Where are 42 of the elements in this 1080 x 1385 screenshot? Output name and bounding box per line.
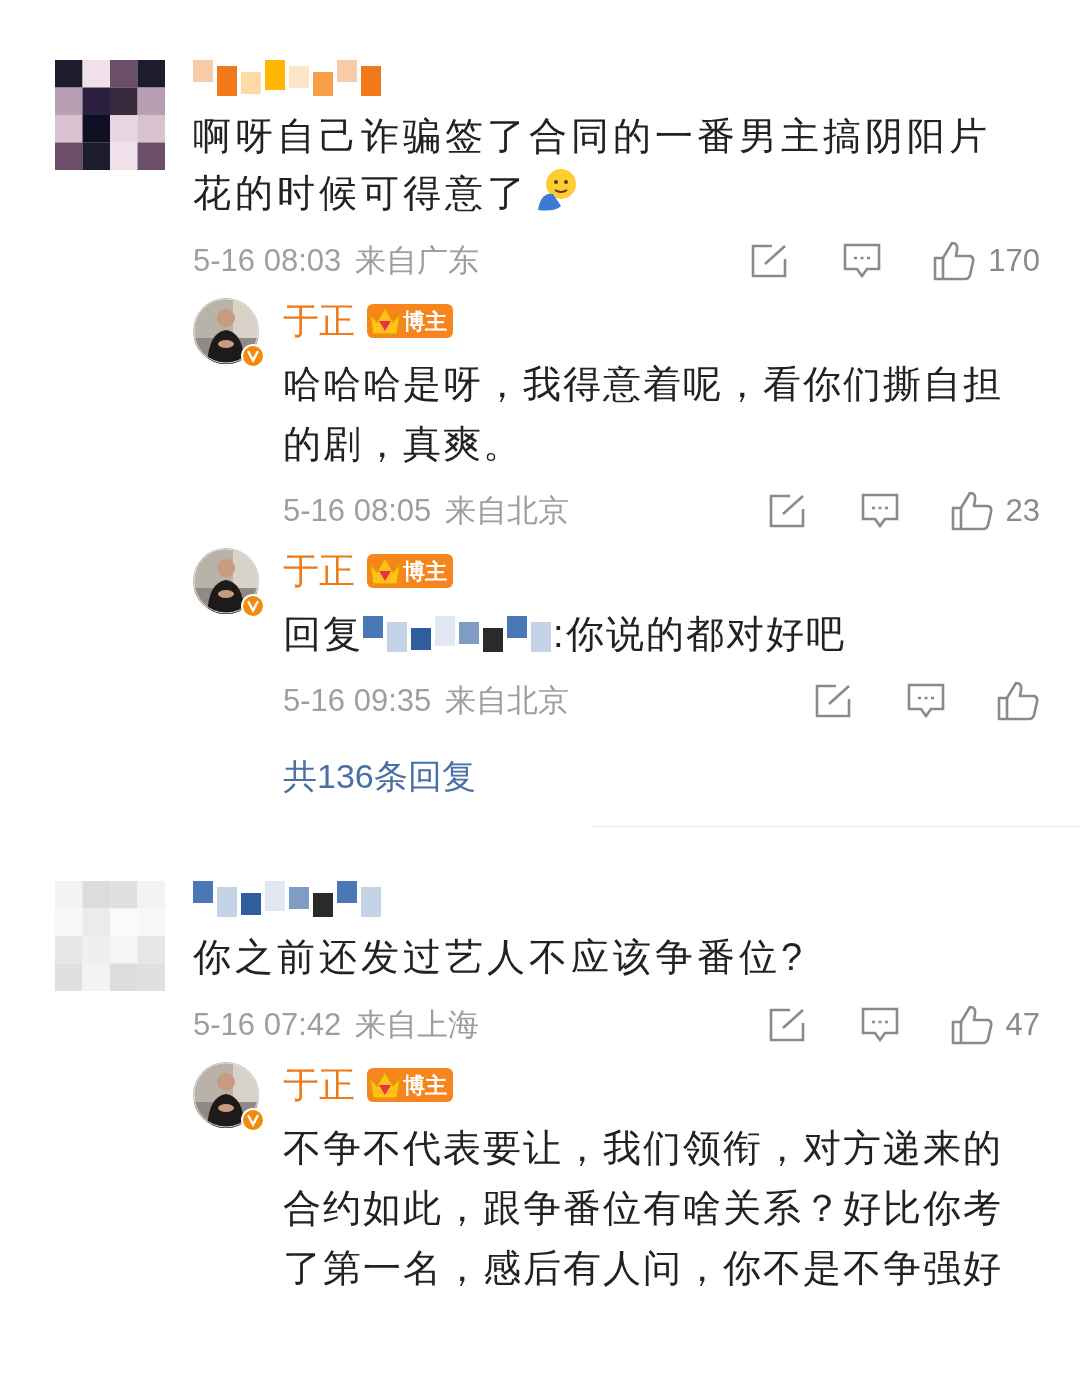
comment-icon[interactable] (859, 492, 900, 530)
user-name[interactable]: 于正 (283, 294, 355, 348)
share-icon[interactable] (750, 243, 789, 279)
reply-text: 不争不代表要让，我们领衔，对方递来的合约如此，跟争番位有啥关系？好比你考了第一名，感后有人问，你不是不争强好 (283, 1126, 1004, 1291)
thumbs-up-icon[interactable] (932, 240, 977, 282)
post-location: 来自上海 (355, 1005, 480, 1044)
crown-icon (367, 1068, 403, 1102)
user-name[interactable]: 于正 (283, 544, 355, 598)
reply-text: 哈哈哈是呀，我得意着呢，看你们撕自担的剧，真爽。 (283, 362, 1004, 467)
reply-text: 回复 :你说的都对好吧 (283, 604, 1040, 664)
crown-icon (367, 554, 403, 588)
thumbs-up-icon[interactable] (996, 680, 1040, 722)
post-location: 来自北京 (445, 491, 570, 530)
verified-badge-icon (241, 344, 265, 368)
comment-text: 你之前还发过艺人不应该争番位? (193, 935, 808, 980)
blogger-badge: 博主 (367, 304, 453, 338)
thumbs-up-icon[interactable] (949, 1004, 994, 1046)
share-icon[interactable] (814, 683, 852, 719)
user-name[interactable]: 于正 (283, 1058, 355, 1112)
comment-text: 啊呀自己诈骗签了合同的一番男主搞阴阳片花的时候可得意了 (193, 114, 992, 216)
share-icon[interactable] (767, 1007, 806, 1043)
post-time: 5-16 08:03 (193, 241, 342, 280)
verified-badge-icon (241, 1108, 265, 1132)
like-count: 47 (1005, 1005, 1040, 1044)
reply-prefix: 回复 (283, 612, 363, 657)
post-time: 5-16 09:35 (283, 681, 432, 720)
like-count: 23 (1005, 491, 1040, 530)
verified-badge-icon (241, 594, 265, 618)
share-icon[interactable] (767, 493, 806, 529)
comment-icon[interactable] (842, 242, 883, 280)
like-count: 170 (988, 241, 1040, 280)
crown-icon (367, 304, 403, 338)
post-location: 来自北京 (445, 681, 570, 720)
comment-icon[interactable] (906, 682, 946, 720)
blogger-badge: 博主 (367, 554, 453, 588)
post-time: 5-16 07:42 (193, 1005, 342, 1044)
comment-icon[interactable] (859, 1006, 900, 1044)
thumbs-up-icon[interactable] (949, 490, 994, 532)
post-location: 来自广东 (355, 241, 480, 280)
blogger-badge: 博主 (367, 1068, 453, 1102)
more-replies-link[interactable]: 共136条回复 (283, 750, 476, 802)
post-time: 5-16 08:05 (283, 491, 432, 530)
